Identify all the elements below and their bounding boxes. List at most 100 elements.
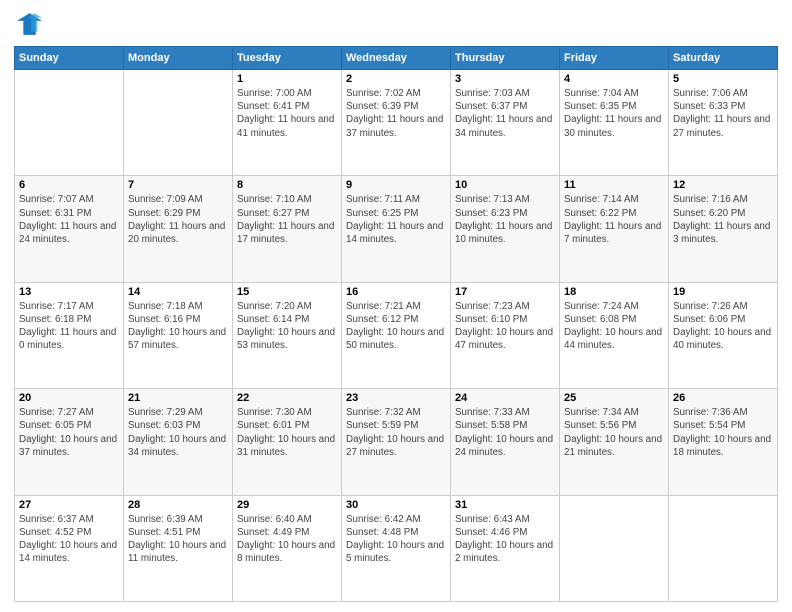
calendar-cell: 16 Sunrise: 7:21 AM Sunset: 6:12 PM Dayli… bbox=[342, 282, 451, 388]
day-number: 29 bbox=[237, 499, 337, 511]
day-header-saturday: Saturday bbox=[669, 47, 778, 70]
week-row-1: 1Sunrise: 7:00 AM Sunset: 6:41 PM Daylig… bbox=[15, 70, 778, 176]
day-number: 25 bbox=[564, 392, 664, 404]
header-row: SundayMondayTuesdayWednesdayThursdayFrid… bbox=[15, 47, 778, 70]
day-number: 28 bbox=[128, 499, 228, 511]
day-number: 22 bbox=[237, 392, 337, 404]
day-header-friday: Friday bbox=[560, 47, 669, 70]
day-header-thursday: Thursday bbox=[451, 47, 560, 70]
calendar-cell: 17 Sunrise: 7:23 AM Sunset: 6:10 PM Dayli… bbox=[451, 282, 560, 388]
day-number: 11 bbox=[564, 179, 664, 191]
logo bbox=[14, 10, 46, 38]
day-number: 18 bbox=[564, 286, 664, 298]
calendar-cell bbox=[124, 70, 233, 176]
day-info: Sunrise: 7:27 AM Sunset: 6:05 PM Dayligh… bbox=[19, 406, 119, 459]
day-number: 7 bbox=[128, 179, 228, 191]
calendar-cell: 24Sunrise: 7:33 AM Sunset: 5:58 PM Dayli… bbox=[451, 389, 560, 495]
day-header-tuesday: Tuesday bbox=[233, 47, 342, 70]
header bbox=[14, 10, 778, 38]
week-row-2: 6 Sunrise: 7:07 AM Sunset: 6:31 PM Daylig… bbox=[15, 176, 778, 282]
day-number: 26 bbox=[673, 392, 773, 404]
calendar-cell: 26 Sunrise: 7:36 AM Sunset: 5:54 PM Dayli… bbox=[669, 389, 778, 495]
day-number: 15 bbox=[237, 286, 337, 298]
day-info: Sunrise: 7:21 AM Sunset: 6:12 PM Dayligh… bbox=[346, 300, 446, 353]
day-number: 21 bbox=[128, 392, 228, 404]
page: SundayMondayTuesdayWednesdayThursdayFrid… bbox=[0, 0, 792, 612]
day-info: Sunrise: 7:16 AM Sunset: 6:20 PM Dayligh… bbox=[673, 193, 773, 246]
day-header-monday: Monday bbox=[124, 47, 233, 70]
calendar-cell: 31Sunrise: 6:43 AM Sunset: 4:46 PM Dayli… bbox=[451, 495, 560, 601]
day-number: 23 bbox=[346, 392, 446, 404]
day-number: 5 bbox=[673, 73, 773, 85]
day-number: 3 bbox=[455, 73, 555, 85]
calendar-cell: 1Sunrise: 7:00 AM Sunset: 6:41 PM Daylig… bbox=[233, 70, 342, 176]
week-row-3: 13 Sunrise: 7:17 AM Sunset: 6:18 PM Dayli… bbox=[15, 282, 778, 388]
day-info: Sunrise: 7:11 AM Sunset: 6:25 PM Dayligh… bbox=[346, 193, 446, 246]
calendar-cell bbox=[669, 495, 778, 601]
day-info: Sunrise: 7:18 AM Sunset: 6:16 PM Dayligh… bbox=[128, 300, 228, 353]
calendar-cell: 22 Sunrise: 7:30 AM Sunset: 6:01 PM Dayli… bbox=[233, 389, 342, 495]
calendar-cell: 2Sunrise: 7:02 AM Sunset: 6:39 PM Daylig… bbox=[342, 70, 451, 176]
calendar-cell: 20 Sunrise: 7:27 AM Sunset: 6:05 PM Dayli… bbox=[15, 389, 124, 495]
calendar-cell: 19 Sunrise: 7:26 AM Sunset: 6:06 PM Dayli… bbox=[669, 282, 778, 388]
calendar-cell: 12 Sunrise: 7:16 AM Sunset: 6:20 PM Dayli… bbox=[669, 176, 778, 282]
day-info: Sunrise: 7:06 AM Sunset: 6:33 PM Dayligh… bbox=[673, 87, 773, 140]
calendar-cell: 9 Sunrise: 7:11 AM Sunset: 6:25 PM Daylig… bbox=[342, 176, 451, 282]
calendar-cell: 13 Sunrise: 7:17 AM Sunset: 6:18 PM Dayli… bbox=[15, 282, 124, 388]
day-number: 6 bbox=[19, 179, 119, 191]
day-info: Sunrise: 7:32 AM Sunset: 5:59 PM Dayligh… bbox=[346, 406, 446, 459]
calendar-cell: 14 Sunrise: 7:18 AM Sunset: 6:16 PM Dayli… bbox=[124, 282, 233, 388]
week-row-4: 20 Sunrise: 7:27 AM Sunset: 6:05 PM Dayli… bbox=[15, 389, 778, 495]
day-info: Sunrise: 7:26 AM Sunset: 6:06 PM Dayligh… bbox=[673, 300, 773, 353]
calendar-cell: 30 Sunrise: 6:42 AM Sunset: 4:48 PM Dayli… bbox=[342, 495, 451, 601]
calendar-cell: 21 Sunrise: 7:29 AM Sunset: 6:03 PM Dayli… bbox=[124, 389, 233, 495]
day-info: Sunrise: 7:10 AM Sunset: 6:27 PM Dayligh… bbox=[237, 193, 337, 246]
day-number: 31 bbox=[455, 499, 555, 511]
day-header-wednesday: Wednesday bbox=[342, 47, 451, 70]
day-number: 2 bbox=[346, 73, 446, 85]
day-info: Sunrise: 7:13 AM Sunset: 6:23 PM Dayligh… bbox=[455, 193, 555, 246]
day-number: 24 bbox=[455, 392, 555, 404]
day-number: 4 bbox=[564, 73, 664, 85]
day-info: Sunrise: 7:36 AM Sunset: 5:54 PM Dayligh… bbox=[673, 406, 773, 459]
day-info: Sunrise: 6:42 AM Sunset: 4:48 PM Dayligh… bbox=[346, 513, 446, 566]
day-info: Sunrise: 7:00 AM Sunset: 6:41 PM Dayligh… bbox=[237, 87, 337, 140]
calendar-cell: 27 Sunrise: 6:37 AM Sunset: 4:52 PM Dayli… bbox=[15, 495, 124, 601]
day-number: 10 bbox=[455, 179, 555, 191]
day-info: Sunrise: 7:20 AM Sunset: 6:14 PM Dayligh… bbox=[237, 300, 337, 353]
day-number: 30 bbox=[346, 499, 446, 511]
calendar-cell: 10 Sunrise: 7:13 AM Sunset: 6:23 PM Dayli… bbox=[451, 176, 560, 282]
day-number: 16 bbox=[346, 286, 446, 298]
calendar-cell: 11Sunrise: 7:14 AM Sunset: 6:22 PM Dayli… bbox=[560, 176, 669, 282]
day-info: Sunrise: 7:04 AM Sunset: 6:35 PM Dayligh… bbox=[564, 87, 664, 140]
day-info: Sunrise: 6:40 AM Sunset: 4:49 PM Dayligh… bbox=[237, 513, 337, 566]
calendar-cell: 4 Sunrise: 7:04 AM Sunset: 6:35 PM Daylig… bbox=[560, 70, 669, 176]
week-row-5: 27 Sunrise: 6:37 AM Sunset: 4:52 PM Dayli… bbox=[15, 495, 778, 601]
day-info: Sunrise: 7:17 AM Sunset: 6:18 PM Dayligh… bbox=[19, 300, 119, 353]
day-info: Sunrise: 7:07 AM Sunset: 6:31 PM Dayligh… bbox=[19, 193, 119, 246]
calendar-cell: 3Sunrise: 7:03 AM Sunset: 6:37 PM Daylig… bbox=[451, 70, 560, 176]
calendar-cell bbox=[560, 495, 669, 601]
day-number: 17 bbox=[455, 286, 555, 298]
day-info: Sunrise: 7:24 AM Sunset: 6:08 PM Dayligh… bbox=[564, 300, 664, 353]
day-number: 12 bbox=[673, 179, 773, 191]
calendar-cell bbox=[15, 70, 124, 176]
day-number: 13 bbox=[19, 286, 119, 298]
day-number: 9 bbox=[346, 179, 446, 191]
day-number: 14 bbox=[128, 286, 228, 298]
calendar-cell: 15 Sunrise: 7:20 AM Sunset: 6:14 PM Dayli… bbox=[233, 282, 342, 388]
calendar-table: SundayMondayTuesdayWednesdayThursdayFrid… bbox=[14, 46, 778, 602]
day-info: Sunrise: 7:23 AM Sunset: 6:10 PM Dayligh… bbox=[455, 300, 555, 353]
calendar-cell: 18 Sunrise: 7:24 AM Sunset: 6:08 PM Dayli… bbox=[560, 282, 669, 388]
calendar-cell: 28Sunrise: 6:39 AM Sunset: 4:51 PM Dayli… bbox=[124, 495, 233, 601]
day-number: 19 bbox=[673, 286, 773, 298]
day-number: 27 bbox=[19, 499, 119, 511]
day-info: Sunrise: 7:29 AM Sunset: 6:03 PM Dayligh… bbox=[128, 406, 228, 459]
calendar-cell: 8Sunrise: 7:10 AM Sunset: 6:27 PM Daylig… bbox=[233, 176, 342, 282]
calendar-cell: 29 Sunrise: 6:40 AM Sunset: 4:49 PM Dayli… bbox=[233, 495, 342, 601]
day-info: Sunrise: 7:30 AM Sunset: 6:01 PM Dayligh… bbox=[237, 406, 337, 459]
day-info: Sunrise: 7:34 AM Sunset: 5:56 PM Dayligh… bbox=[564, 406, 664, 459]
day-info: Sunrise: 6:37 AM Sunset: 4:52 PM Dayligh… bbox=[19, 513, 119, 566]
logo-icon bbox=[14, 10, 42, 38]
day-number: 20 bbox=[19, 392, 119, 404]
